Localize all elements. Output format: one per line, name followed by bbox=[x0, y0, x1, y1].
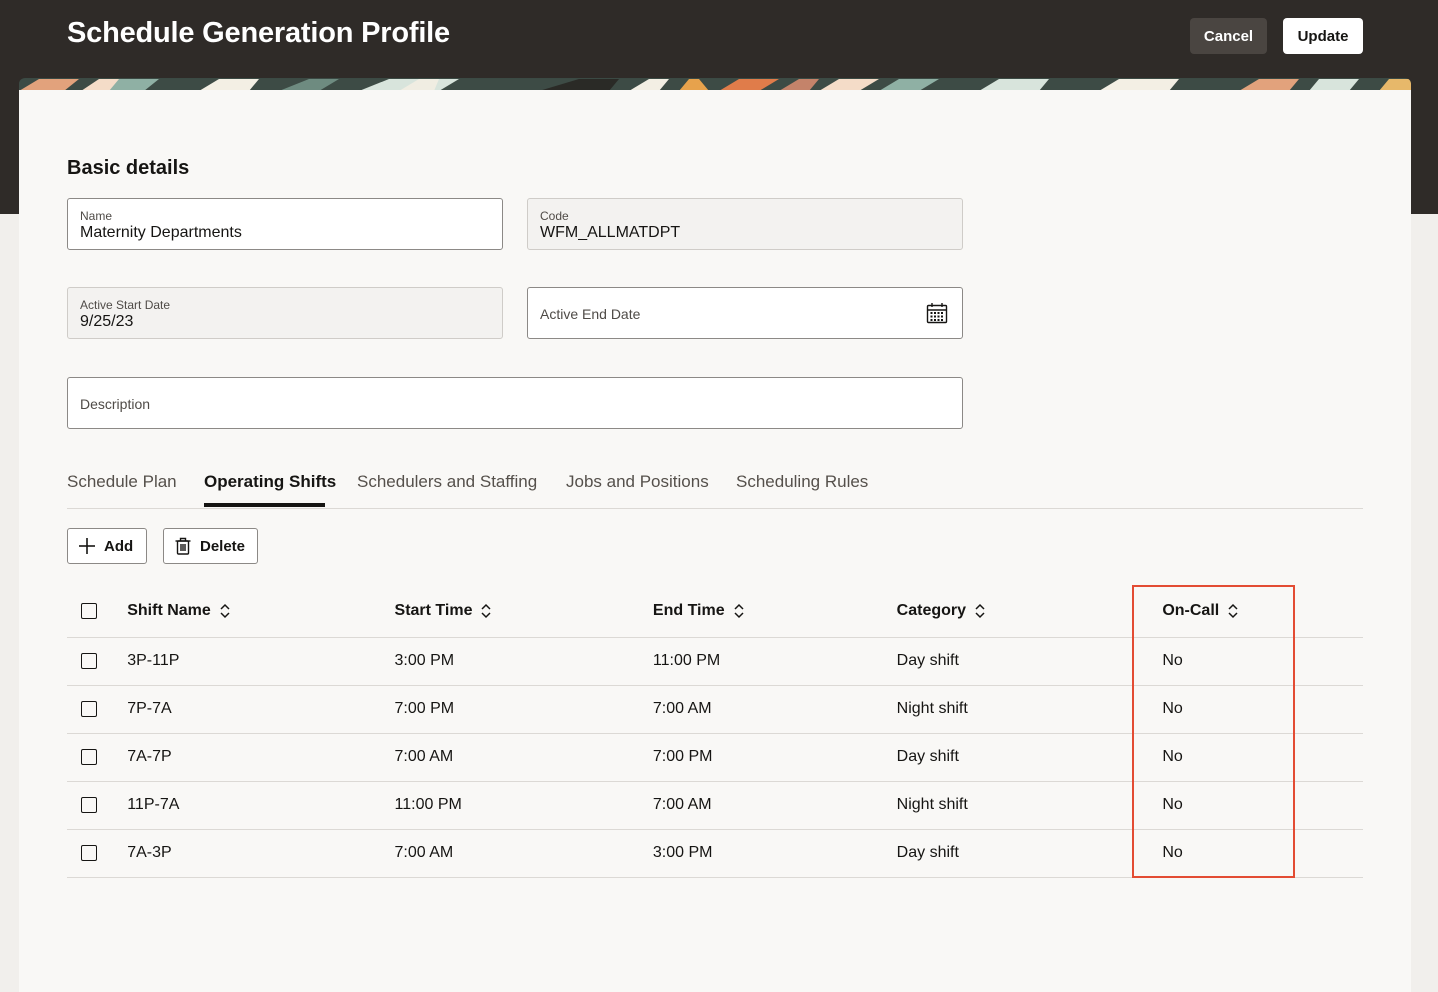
select-all-checkbox[interactable] bbox=[81, 602, 97, 619]
cell-end-time: 3:00 PM bbox=[652, 844, 713, 861]
cell-shift-name: 7A-7P bbox=[127, 748, 172, 765]
cell-category: Night shift bbox=[896, 796, 968, 813]
active-start-date-field: Active Start Date 9/25/23 bbox=[67, 287, 503, 339]
name-label: Name bbox=[80, 209, 113, 223]
cell-end-time: 7:00 AM bbox=[652, 700, 712, 717]
delete-button[interactable]: Delete bbox=[163, 528, 258, 564]
active-start-date-value: 9/25/23 bbox=[80, 313, 134, 330]
tab-schedule-plan[interactable]: Schedule Plan bbox=[67, 472, 177, 492]
delete-button-label: Delete bbox=[200, 537, 246, 555]
decorative-banner bbox=[19, 78, 1411, 90]
row-checkbox[interactable] bbox=[81, 652, 97, 669]
column-header-end-time[interactable]: End Time bbox=[653, 585, 897, 637]
cell-category: Day shift bbox=[896, 748, 959, 765]
on-call-column-highlight bbox=[1132, 585, 1295, 878]
description-field[interactable]: Description bbox=[67, 377, 963, 429]
cell-shift-name: 3P-11P bbox=[127, 652, 180, 669]
row-checkbox[interactable] bbox=[81, 748, 97, 765]
plus-icon bbox=[78, 537, 96, 555]
cell-start-time: 11:00 PM bbox=[394, 796, 462, 813]
name-field[interactable]: Name Maternity Departments bbox=[67, 198, 503, 250]
description-placeholder: Description bbox=[80, 396, 151, 412]
tab-scheduling-rules[interactable]: Scheduling Rules bbox=[736, 472, 868, 492]
tab-operating-shifts[interactable]: Operating Shifts bbox=[204, 472, 336, 492]
cell-shift-name: 7P-7A bbox=[127, 700, 172, 717]
cell-category: Day shift bbox=[896, 844, 959, 861]
active-end-date-placeholder: Active End Date bbox=[540, 306, 641, 322]
cell-shift-name: 11P-7A bbox=[127, 796, 180, 813]
tab-schedulers-and-staffing[interactable]: Schedulers and Staffing bbox=[357, 472, 537, 492]
page-title: Schedule Generation Profile bbox=[67, 17, 450, 49]
sort-icon[interactable] bbox=[974, 603, 986, 619]
cell-end-time: 7:00 PM bbox=[652, 748, 713, 765]
trash-icon bbox=[174, 537, 192, 555]
cell-start-time: 7:00 AM bbox=[394, 844, 454, 861]
cell-category: Day shift bbox=[896, 652, 959, 669]
cell-end-time: 11:00 PM bbox=[652, 652, 721, 669]
active-start-date-label: Active Start Date bbox=[80, 298, 171, 312]
add-button-label: Add bbox=[104, 537, 134, 555]
cell-category: Night shift bbox=[896, 700, 968, 717]
tab-jobs-and-positions[interactable]: Jobs and Positions bbox=[566, 472, 709, 492]
tab-bar: Schedule Plan Operating Shifts Scheduler… bbox=[67, 462, 1363, 509]
column-header-start-time[interactable]: Start Time bbox=[395, 585, 653, 637]
column-header-category[interactable]: Category bbox=[897, 585, 1137, 637]
row-checkbox[interactable] bbox=[81, 844, 97, 861]
calendar-icon[interactable] bbox=[926, 302, 948, 324]
row-checkbox[interactable] bbox=[81, 700, 97, 717]
column-header-shift-name[interactable]: Shift Name bbox=[127, 585, 394, 637]
sort-icon[interactable] bbox=[480, 603, 492, 619]
active-end-date-field[interactable]: Active End Date bbox=[527, 287, 963, 339]
sort-icon[interactable] bbox=[219, 603, 231, 619]
cell-shift-name: 7A-3P bbox=[127, 844, 172, 861]
name-value: Maternity Departments bbox=[80, 224, 242, 241]
cell-start-time: 7:00 PM bbox=[394, 700, 455, 717]
section-title: Basic details bbox=[67, 157, 190, 179]
update-button[interactable]: Update bbox=[1283, 18, 1363, 54]
row-checkbox[interactable] bbox=[81, 796, 97, 813]
sort-icon[interactable] bbox=[733, 603, 745, 619]
add-button[interactable]: Add bbox=[67, 528, 147, 564]
code-label: Code bbox=[540, 209, 569, 223]
cancel-button[interactable]: Cancel bbox=[1190, 18, 1267, 54]
cell-start-time: 3:00 PM bbox=[394, 652, 455, 669]
code-field: Code WFM_ALLMATDPT bbox=[527, 198, 963, 250]
cell-start-time: 7:00 AM bbox=[394, 748, 454, 765]
active-tab-indicator bbox=[204, 503, 325, 507]
code-value: WFM_ALLMATDPT bbox=[540, 224, 681, 241]
cell-end-time: 7:00 AM bbox=[652, 796, 712, 813]
